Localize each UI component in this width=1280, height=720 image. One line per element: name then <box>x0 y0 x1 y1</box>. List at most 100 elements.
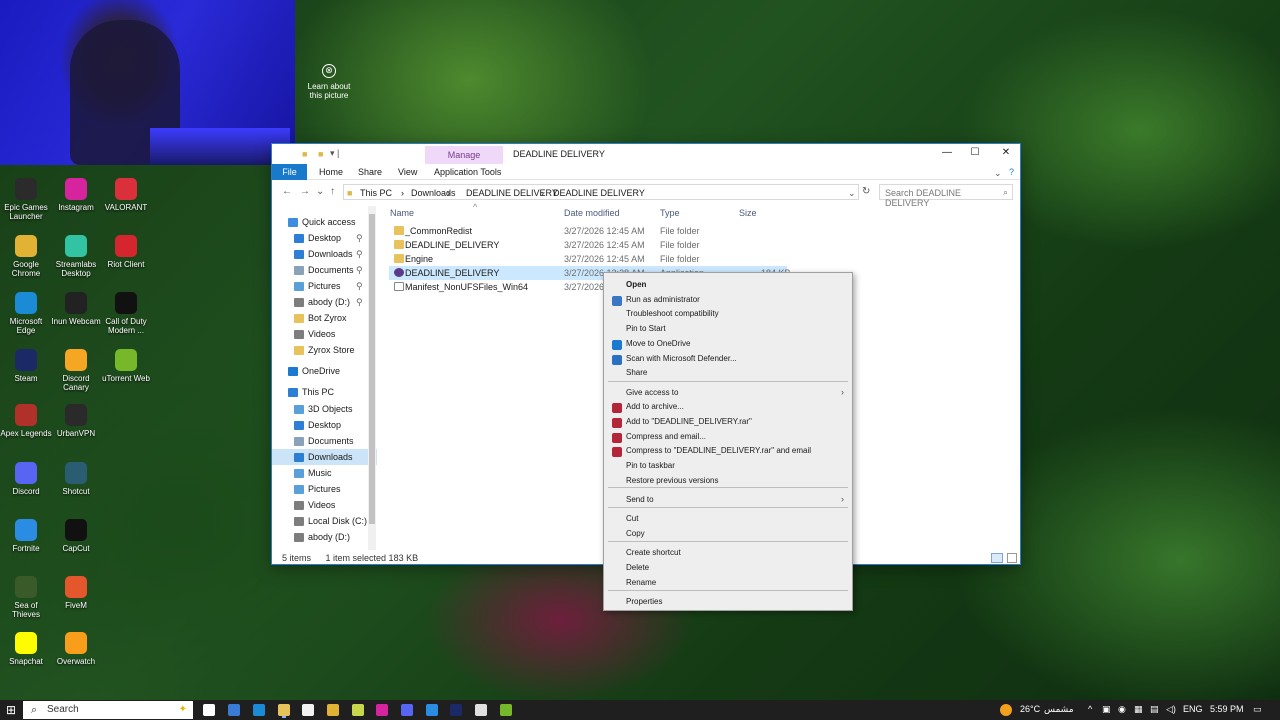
large-icons-view-icon[interactable] <box>1007 553 1017 563</box>
minimize-button[interactable]: — <box>940 147 954 158</box>
tray-app-icon[interactable]: ◉ <box>1118 704 1126 715</box>
desktop-icon-call-of-duty-modern[interactable]: Call of Duty Modern ... <box>100 292 152 335</box>
desktop-icon-streamlabs-desktop[interactable]: Streamlabs Desktop <box>50 235 102 278</box>
search-input[interactable]: Search DEADLINE DELIVERY ⌕ <box>879 184 1013 208</box>
desktop-icon-urbanvpn[interactable]: UrbanVPN <box>50 404 102 438</box>
task-view-icon[interactable] <box>203 704 215 716</box>
app-icon[interactable] <box>228 704 240 716</box>
menu-item-restore-previous-versions[interactable]: Restore previous versions <box>626 476 718 485</box>
tab-share[interactable]: Share <box>358 167 382 177</box>
desktop-icon-google-chrome[interactable]: Google Chrome <box>0 235 52 278</box>
desktop-icon-valorant[interactable]: VALORANT <box>100 178 152 212</box>
nav-item-abody-d[interactable]: abody (D:) <box>272 529 377 545</box>
nav-item-3d-objects[interactable]: 3D Objects <box>272 401 377 417</box>
menu-item-copy[interactable]: Copy <box>626 529 645 538</box>
manage-tab[interactable]: Manage <box>425 146 503 164</box>
store-icon[interactable] <box>302 704 314 716</box>
menu-item-delete[interactable]: Delete <box>626 563 649 572</box>
desktop-icon-fortnite[interactable]: Fortnite <box>0 519 52 553</box>
menu-item-compress-and-email[interactable]: Compress and email... <box>626 432 706 441</box>
notifications-icon[interactable]: ▭ <box>1253 704 1262 715</box>
nav-item-this-pc[interactable]: This PC <box>272 384 377 400</box>
tray-app-icon[interactable]: ▣ <box>1102 704 1111 715</box>
steam-icon[interactable] <box>450 704 462 716</box>
menu-item-properties[interactable]: Properties <box>626 597 662 606</box>
menu-item-create-shortcut[interactable]: Create shortcut <box>626 548 681 557</box>
table-row[interactable]: Engine 3/27/2026 12:45 AM File folder <box>389 252 787 266</box>
nav-item-documents[interactable]: Documents ⚲ <box>272 262 377 278</box>
table-row[interactable]: DEADLINE_DELIVERY 3/27/2026 12:45 AM File … <box>389 238 787 252</box>
desktop-icon-fivem[interactable]: FiveM <box>50 576 102 610</box>
recent-locations-icon[interactable]: ⌄ <box>316 186 324 197</box>
discord-icon[interactable] <box>401 704 413 716</box>
desktop-icon-epic-games-launcher[interactable]: Epic Games Launcher <box>0 178 52 221</box>
nav-item-pictures[interactable]: Pictures ⚲ <box>272 278 377 294</box>
taskbar-search-box[interactable]: ⌕ Search ✦ <box>23 701 193 719</box>
menu-item-cut[interactable]: Cut <box>626 514 638 523</box>
address-dropdown-icon[interactable]: ⌄ <box>848 188 856 199</box>
nav-item-downloads[interactable]: Downloads ⚲ <box>272 246 377 262</box>
windows-start-icon[interactable]: ⊞ <box>6 703 16 717</box>
app-icon[interactable] <box>426 704 438 716</box>
desktop-icon-shotcut[interactable]: Shotcut <box>50 462 102 496</box>
tab-application-tools[interactable]: Application Tools <box>434 167 501 177</box>
tab-home[interactable]: Home <box>319 167 343 177</box>
nav-item-music[interactable]: Music <box>272 465 377 481</box>
address-bar[interactable]: ■ This PC › Downloads › DEADLINE DELIVER… <box>343 184 859 200</box>
edge-icon[interactable] <box>253 704 265 716</box>
desktop-icon-capcut[interactable]: CapCut <box>50 519 102 553</box>
nav-item-videos[interactable]: Videos <box>272 497 377 513</box>
tab-view[interactable]: View <box>398 167 417 177</box>
nav-scrollbar-thumb[interactable] <box>369 214 375 524</box>
nav-item-pictures[interactable]: Pictures <box>272 481 377 497</box>
nav-item-onedrive[interactable]: OneDrive <box>272 363 377 379</box>
forward-arrow-icon[interactable]: → <box>300 186 310 197</box>
column-header-date[interactable]: Date modified <box>564 208 620 218</box>
desktop-icon-snapchat[interactable]: Snapchat <box>0 632 52 666</box>
title-bar[interactable]: ■ ■ ▾ | Manage DEADLINE DELIVERY — ☐ ✕ <box>272 144 1020 164</box>
maximize-button[interactable]: ☐ <box>968 147 982 158</box>
desktop-icon-discord-canary[interactable]: Discord Canary <box>50 349 102 392</box>
nav-item-abody-d[interactable]: abody (D:) ⚲ <box>272 294 377 310</box>
obs-icon[interactable] <box>475 704 487 716</box>
back-arrow-icon[interactable]: ← <box>282 186 292 197</box>
utorrent-icon[interactable] <box>500 704 512 716</box>
network-icon[interactable]: ▤ <box>1150 704 1159 715</box>
menu-item-send-to[interactable]: Send to <box>626 495 654 504</box>
app-icon[interactable] <box>352 704 364 716</box>
clock[interactable]: 5:59 PM <box>1210 704 1244 714</box>
close-button[interactable]: ✕ <box>999 147 1013 158</box>
menu-item-scan-with-microsoft-defender[interactable]: Scan with Microsoft Defender... <box>626 354 737 363</box>
column-header-type[interactable]: Type <box>660 208 680 218</box>
volume-icon[interactable]: ◁) <box>1166 704 1176 715</box>
nav-item-videos[interactable]: Videos <box>272 326 377 342</box>
menu-item-move-to-onedrive[interactable]: Move to OneDrive <box>626 339 690 348</box>
desktop-icon-sea-of-thieves[interactable]: Sea of Thieves <box>0 576 52 619</box>
show-hidden-icons-icon[interactable]: ^ <box>1088 704 1092 714</box>
column-header-name[interactable]: Name <box>390 208 414 218</box>
nav-scrollbar[interactable] <box>368 206 376 550</box>
menu-item-share[interactable]: Share <box>626 368 647 377</box>
desktop-icon-microsoft-edge[interactable]: Microsoft Edge <box>0 292 52 335</box>
refresh-icon[interactable]: ↻ <box>862 186 870 197</box>
weather-sun-icon[interactable] <box>1000 704 1012 716</box>
menu-item-add-to-archive[interactable]: Add to archive... <box>626 402 684 411</box>
desktop-icon-instagram[interactable]: Instagram <box>50 178 102 212</box>
menu-item-compress-to-deadline-delivery-[interactable]: Compress to "DEADLINE_DELIVERY.rar" and … <box>626 446 811 455</box>
nav-item-quick-access[interactable]: Quick access <box>272 214 377 230</box>
file-explorer-icon[interactable] <box>278 704 290 716</box>
menu-item-open[interactable]: Open <box>626 280 646 289</box>
chrome-icon[interactable] <box>327 704 339 716</box>
nav-item-desktop[interactable]: Desktop <box>272 417 377 433</box>
menu-item-add-to-deadline-delivery-rar[interactable]: Add to "DEADLINE_DELIVERY.rar" <box>626 417 752 426</box>
desktop-icon-overwatch[interactable]: Overwatch <box>50 632 102 666</box>
nav-item-zyrox-store[interactable]: Zyrox Store <box>272 342 377 358</box>
nav-item-local-disk-c[interactable]: Local Disk (C:) <box>272 513 377 529</box>
breadcrumb-deadline-delivery[interactable]: DEADLINE DELIVERY <box>466 188 558 198</box>
quick-access-toolbar-icon[interactable]: ▾ | <box>330 148 339 159</box>
desktop-icon-discord[interactable]: Discord <box>0 462 52 496</box>
table-row[interactable]: _CommonRedist 3/27/2026 12:45 AM File fold… <box>389 224 787 238</box>
nav-item-desktop[interactable]: Desktop ⚲ <box>272 230 377 246</box>
details-view-icon[interactable] <box>991 553 1003 563</box>
menu-item-pin-to-taskbar[interactable]: Pin to taskbar <box>626 461 675 470</box>
